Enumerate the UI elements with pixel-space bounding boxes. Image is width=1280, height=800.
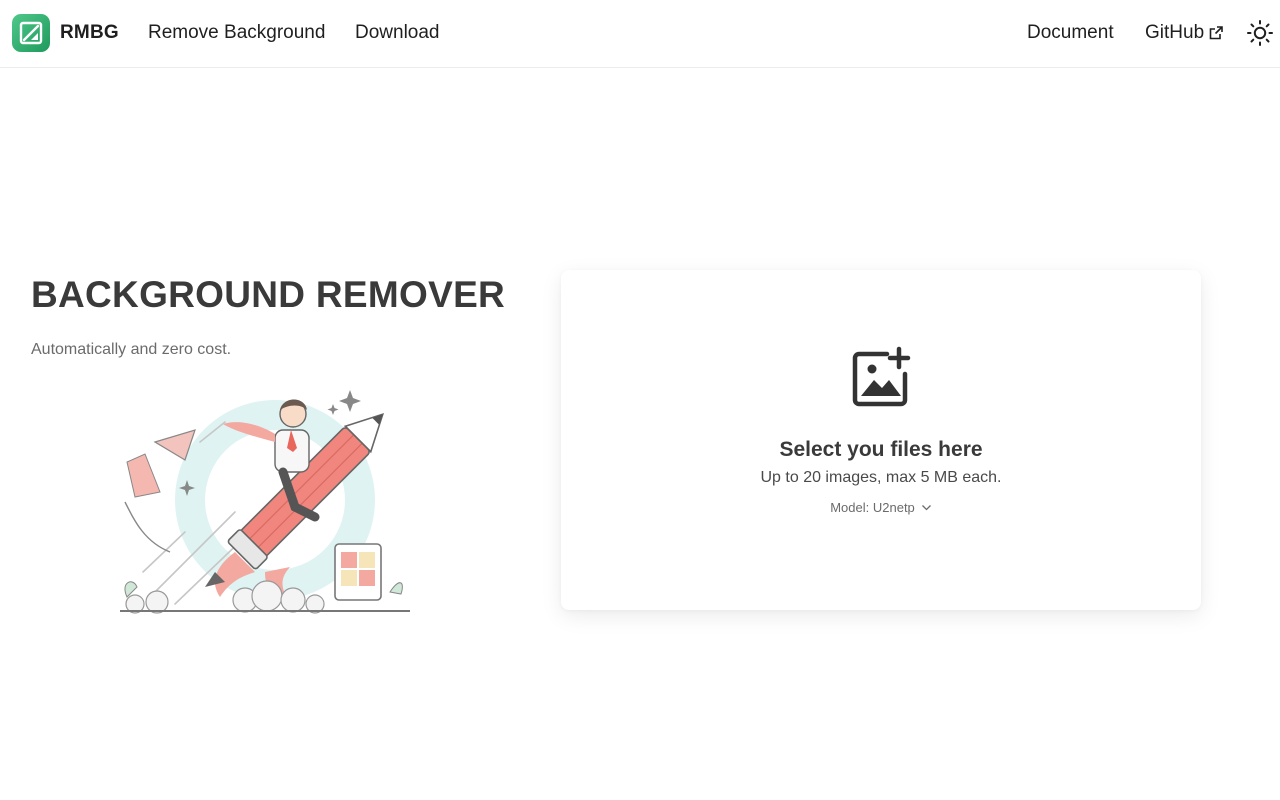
image-add-icon: [852, 346, 911, 407]
nav-document[interactable]: Document: [1027, 20, 1114, 46]
model-selector-row: Model: U2netp: [561, 500, 1201, 515]
sun-icon: [1247, 20, 1273, 46]
model-value: U2netp: [872, 500, 915, 515]
hero-subtitle: Automatically and zero cost.: [31, 341, 232, 358]
model-select-dropdown[interactable]: Model: U2netp: [830, 500, 932, 515]
nav-github[interactable]: GitHub: [1145, 20, 1224, 46]
brand-link[interactable]: RMBG: [12, 14, 119, 52]
hero-title: BACKGROUND REMOVER: [31, 274, 506, 315]
nav-remove-background[interactable]: Remove Background: [148, 20, 325, 46]
hero-illustration: [120, 390, 410, 614]
chevron-down-icon: [921, 505, 931, 511]
external-link-icon: [1209, 26, 1223, 40]
model-label: Model:: [830, 500, 870, 515]
nav-download[interactable]: Download: [355, 20, 440, 46]
navbar: RMBG Remove Background Download Document…: [0, 0, 1280, 68]
nav-github-label: GitHub: [1145, 22, 1205, 43]
upload-hint: Up to 20 images, max 5 MB each.: [760, 469, 1002, 486]
upload-dropzone[interactable]: Select you files here Up to 20 images, m…: [561, 270, 1201, 610]
brand-logo-icon: [12, 14, 50, 52]
upload-title: Select you files here: [779, 438, 983, 461]
theme-toggle-button[interactable]: [1246, 19, 1274, 47]
brand-name: RMBG: [60, 22, 119, 43]
